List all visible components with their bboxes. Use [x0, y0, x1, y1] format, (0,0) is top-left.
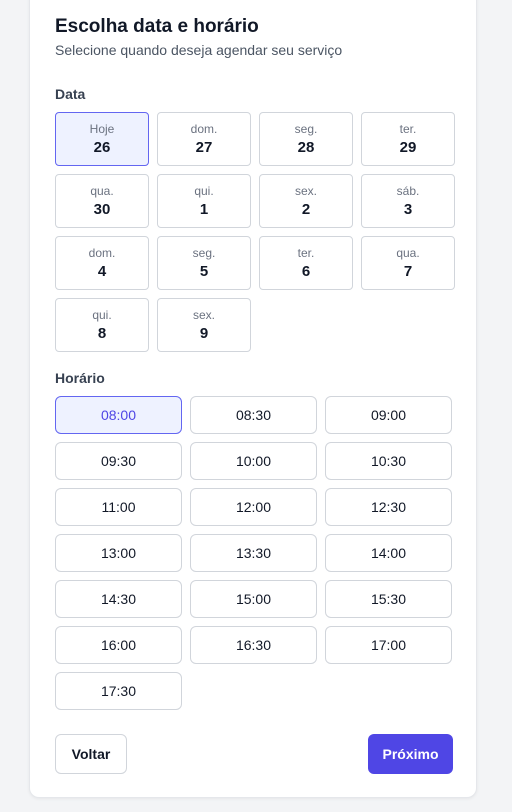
date-day-number: 4	[97, 262, 107, 280]
date-weekday: qui.	[92, 307, 112, 322]
date-weekday: seg.	[192, 245, 216, 260]
date-option[interactable]: dom. 4	[55, 236, 149, 290]
date-option[interactable]: dom. 27	[157, 112, 251, 166]
date-day-number: 5	[199, 262, 209, 280]
date-weekday: qua.	[90, 183, 114, 198]
date-option[interactable]: ter. 6	[259, 236, 353, 290]
date-day-number: 28	[297, 138, 315, 156]
date-day-number: 6	[301, 262, 311, 280]
date-day-number: 26	[93, 138, 111, 156]
time-section-label: Horário	[55, 370, 105, 386]
date-weekday: ter.	[297, 245, 315, 260]
time-option[interactable]: 08:30	[190, 396, 317, 434]
date-weekday: qui.	[194, 183, 214, 198]
time-option[interactable]: 10:30	[325, 442, 452, 480]
time-option[interactable]: 17:30	[55, 672, 182, 710]
date-weekday: Hoje	[89, 121, 115, 136]
date-option[interactable]: sex. 2	[259, 174, 353, 228]
time-option[interactable]: 12:30	[325, 488, 452, 526]
date-section-label: Data	[55, 86, 86, 102]
date-option[interactable]: sex. 9	[157, 298, 251, 352]
time-option[interactable]: 09:30	[55, 442, 182, 480]
date-weekday: sex.	[294, 183, 317, 198]
scheduling-card: Escolha data e horário Selecione quando …	[29, 0, 477, 798]
date-weekday: sáb.	[396, 183, 420, 198]
date-day-number: 1	[199, 200, 209, 218]
time-option[interactable]: 14:00	[325, 534, 452, 572]
date-weekday: qua.	[396, 245, 420, 260]
date-day-number: 8	[97, 324, 107, 342]
date-day-number: 30	[93, 200, 111, 218]
date-day-number: 3	[403, 200, 413, 218]
date-day-number: 29	[399, 138, 417, 156]
time-option[interactable]: 14:30	[55, 580, 182, 618]
date-weekday: dom.	[190, 121, 218, 136]
page-subtitle: Selecione quando deseja agendar seu serv…	[55, 42, 343, 58]
date-weekday: ter.	[399, 121, 417, 136]
date-option[interactable]: qui. 8	[55, 298, 149, 352]
date-option[interactable]: sáb. 3	[361, 174, 455, 228]
date-weekday: dom.	[88, 245, 116, 260]
date-grid: Hoje 26 dom. 27 seg. 28 ter. 29 qua. 30 qui. 1 sex. 2…	[55, 112, 455, 352]
time-option[interactable]: 16:30	[190, 626, 317, 664]
date-day-number: 9	[199, 324, 209, 342]
date-option[interactable]: seg. 28	[259, 112, 353, 166]
time-option[interactable]: 12:00	[190, 488, 317, 526]
time-option[interactable]: 11:00	[55, 488, 182, 526]
time-option[interactable]: 10:00	[190, 442, 317, 480]
date-day-number: 7	[403, 262, 413, 280]
date-option[interactable]: qua. 30	[55, 174, 149, 228]
next-button[interactable]: Próximo	[368, 734, 453, 774]
date-day-number: 2	[301, 200, 311, 218]
time-option[interactable]: 15:30	[325, 580, 452, 618]
time-option[interactable]: 09:00	[325, 396, 452, 434]
time-option[interactable]: 16:00	[55, 626, 182, 664]
date-option[interactable]: qua. 7	[361, 236, 455, 290]
date-option[interactable]: qui. 1	[157, 174, 251, 228]
time-option[interactable]: 13:30	[190, 534, 317, 572]
time-option[interactable]: 08:00	[55, 396, 182, 434]
time-grid: 08:00 08:30 09:00 09:30 10:00 10:30 11:00 12:00…	[55, 396, 453, 710]
date-option[interactable]: seg. 5	[157, 236, 251, 290]
date-day-number: 27	[195, 138, 213, 156]
date-weekday: sex.	[192, 307, 215, 322]
time-option[interactable]: 13:00	[55, 534, 182, 572]
date-weekday: seg.	[294, 121, 318, 136]
date-option[interactable]: Hoje 26	[55, 112, 149, 166]
page-title: Escolha data e horário	[55, 16, 259, 37]
date-option[interactable]: ter. 29	[361, 112, 455, 166]
back-button[interactable]: Voltar	[55, 734, 127, 774]
time-option[interactable]: 17:00	[325, 626, 452, 664]
time-option[interactable]: 15:00	[190, 580, 317, 618]
